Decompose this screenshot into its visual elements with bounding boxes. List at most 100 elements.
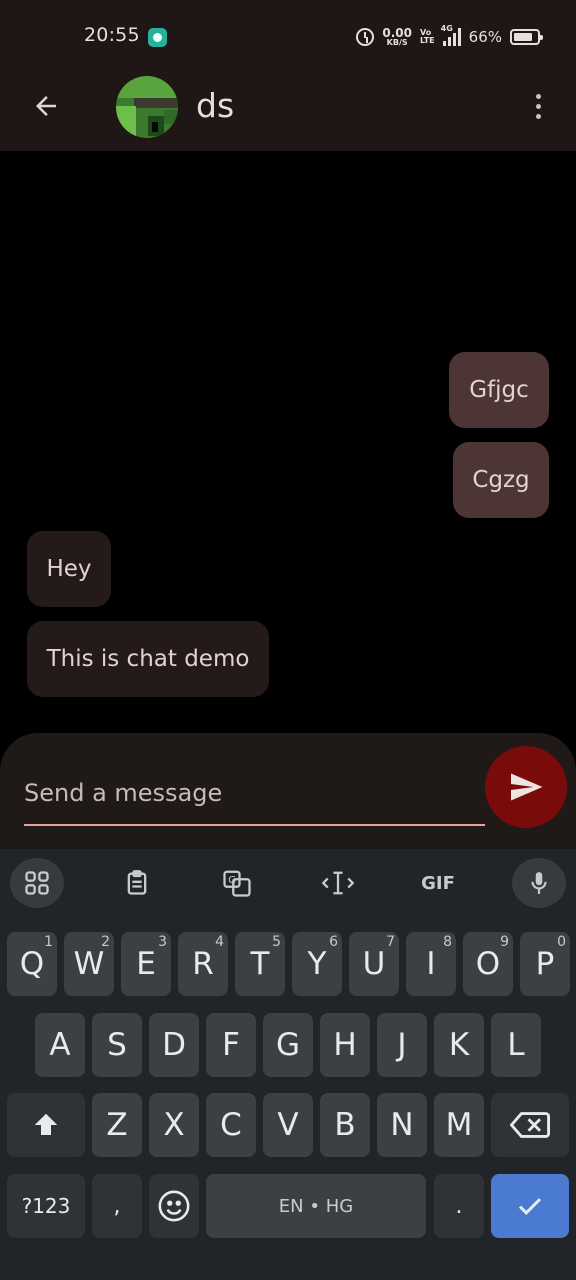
key-p[interactable]: P0 [520,932,570,996]
key-label: M [445,1107,473,1143]
key-label: . [455,1193,463,1219]
key-d[interactable]: D [149,1013,199,1077]
message-text: Gfjgc [469,377,529,403]
gif-button[interactable]: GIF [411,858,465,908]
message-bubble-incoming[interactable]: This is chat demo [27,621,269,697]
key-m[interactable]: M [434,1093,484,1157]
key-f[interactable]: F [206,1013,256,1077]
key-label: N [390,1107,414,1143]
key-label: V [277,1107,299,1143]
key-hint: 4 [215,934,224,950]
key-x[interactable]: X [149,1093,199,1157]
message-bubble-outgoing[interactable]: Gfjgc [449,352,549,428]
key-n[interactable]: N [377,1093,427,1157]
key-r[interactable]: R4 [178,932,228,996]
key-y[interactable]: Y6 [292,932,342,996]
translate-button[interactable]: G [210,858,264,908]
key-label: L [507,1027,525,1063]
key-label: Z [106,1107,128,1143]
contact-avatar[interactable] [116,76,178,138]
key-j[interactable]: J [377,1013,427,1077]
clipboard-button[interactable] [110,858,164,908]
key-label: Y [307,946,327,982]
network-type: 4G [440,24,453,33]
battery-icon [510,29,543,45]
message-input[interactable] [24,770,485,816]
send-button[interactable] [485,746,567,828]
key-label: Q [19,946,45,982]
key-l[interactable]: L [491,1013,541,1077]
key-w[interactable]: W2 [64,932,114,996]
key-h[interactable]: H [320,1013,370,1077]
apps-grid-icon [25,871,49,895]
key-label: S [107,1027,127,1063]
network-speed: 0.00 KB/S [382,27,412,47]
clipboard-icon [127,870,147,895]
key-label: C [220,1107,242,1143]
emoji-icon [158,1190,190,1222]
key-label: A [49,1027,71,1063]
key-label: J [397,1027,407,1063]
status-indicators: 0.00 KB/S Vo LTE 4G 66% [356,24,543,50]
key-label: B [334,1107,356,1143]
key-q[interactable]: Q1 [7,932,57,996]
comma-key[interactable]: , [92,1174,142,1238]
gif-icon: GIF [421,872,455,894]
key-label: D [162,1027,186,1063]
key-c[interactable]: C [206,1093,256,1157]
message-bubble-outgoing[interactable]: Cgzg [453,442,549,518]
key-hint: 7 [386,934,395,950]
backspace-key[interactable] [491,1093,569,1157]
key-u[interactable]: U7 [349,932,399,996]
check-icon [518,1198,542,1215]
volte-icon: Vo LTE [420,29,435,45]
backspace-icon [510,1112,550,1138]
message-bubble-incoming[interactable]: Hey [27,531,111,607]
key-b[interactable]: B [320,1093,370,1157]
more-vert-icon [535,93,541,99]
message-text: Cgzg [472,467,530,493]
key-label: P [535,946,555,982]
emoji-key[interactable] [149,1174,199,1238]
key-g[interactable]: G [263,1013,313,1077]
key-label: X [163,1107,185,1143]
key-label: R [192,946,214,982]
more-options-button[interactable] [520,88,556,124]
key-s[interactable]: S [92,1013,142,1077]
key-t[interactable]: T5 [235,932,285,996]
key-k[interactable]: K [434,1013,484,1077]
back-button[interactable] [26,86,66,126]
space-key[interactable]: EN • HG [206,1174,426,1238]
notification-app-icon [148,28,167,47]
key-label: U [362,946,386,982]
period-key[interactable]: . [434,1174,484,1238]
key-z[interactable]: Z [92,1093,142,1157]
status-bar: 20:55 0.00 KB/S Vo LTE 4G 66% [0,0,576,72]
message-text: Hey [46,556,92,582]
key-label: I [426,946,436,982]
keyboard-apps-button[interactable] [10,858,64,908]
key-e[interactable]: E3 [121,932,171,996]
mic-icon [531,872,547,894]
key-label: H [333,1027,357,1063]
contact-name[interactable]: ds [196,86,234,125]
key-hint: 5 [272,934,281,950]
key-label: ?123 [21,1194,71,1218]
voice-input-button[interactable] [512,858,566,908]
key-label: F [222,1027,240,1063]
key-label: K [448,1027,470,1063]
key-label: E [136,946,156,982]
battery-percent: 66% [468,28,502,46]
shift-key[interactable] [7,1093,85,1157]
key-hint: 6 [329,934,338,950]
symbols-key[interactable]: ?123 [7,1174,85,1238]
enter-key[interactable] [491,1174,569,1238]
key-i[interactable]: I8 [406,932,456,996]
send-icon [511,773,543,801]
key-o[interactable]: O9 [463,932,513,996]
network-speed-unit: KB/S [386,38,408,47]
text-cursor-button[interactable] [311,858,365,908]
key-v[interactable]: V [263,1093,313,1157]
key-a[interactable]: A [35,1013,85,1077]
key-hint: 3 [158,934,167,950]
